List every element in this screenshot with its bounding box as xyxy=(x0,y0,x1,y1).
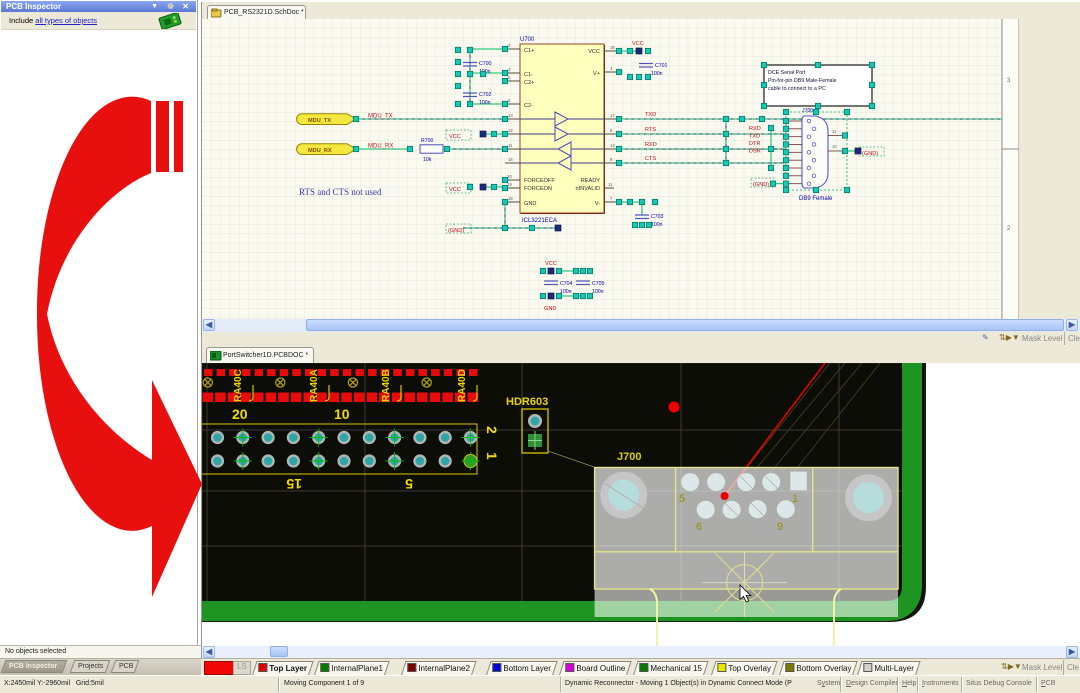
svg-text:MDU_RX: MDU_RX xyxy=(368,144,393,150)
svg-text:J700: J700 xyxy=(802,108,813,114)
svg-text:MDU_TX: MDU_TX xyxy=(308,118,331,124)
svg-text:17: 17 xyxy=(610,113,615,118)
svg-text:V-: V- xyxy=(595,201,600,207)
svg-text:C1+: C1+ xyxy=(524,48,534,54)
svg-text:RXD: RXD xyxy=(749,126,761,132)
svg-text:J700: J700 xyxy=(617,451,641,463)
svg-text:MDU_RX: MDU_RX xyxy=(308,148,332,154)
svg-text:11: 11 xyxy=(608,182,613,187)
svg-text:C2-: C2- xyxy=(524,103,533,109)
svg-text:14: 14 xyxy=(508,157,513,162)
svg-text:HDR603: HDR603 xyxy=(506,396,548,408)
svg-text:VCC: VCC xyxy=(449,187,461,193)
svg-text:16: 16 xyxy=(610,45,615,50)
svg-text:6: 6 xyxy=(696,521,702,533)
svg-text:RA40D: RA40D xyxy=(457,369,468,402)
svg-text:RTS and CTS not used: RTS and CTS not used xyxy=(299,187,382,197)
svg-text:TXD: TXD xyxy=(749,134,760,140)
svg-text:5: 5 xyxy=(405,476,413,492)
svg-text:10: 10 xyxy=(832,144,837,149)
svg-text:R700: R700 xyxy=(421,138,434,144)
svg-text:cable to connect to a PC: cable to connect to a PC xyxy=(768,86,826,92)
svg-text:FORCEON: FORCEON xyxy=(524,186,552,192)
svg-text:14: 14 xyxy=(610,143,615,148)
svg-text:TXD: TXD xyxy=(645,112,656,118)
svg-text:GND: GND xyxy=(544,306,556,312)
svg-text:READY: READY xyxy=(581,178,601,184)
svg-text:C703: C703 xyxy=(651,214,664,220)
svg-text:C704: C704 xyxy=(560,281,573,287)
svg-text:1: 1 xyxy=(484,452,500,460)
svg-text:U700: U700 xyxy=(520,37,535,43)
svg-text:9: 9 xyxy=(777,521,783,533)
svg-text:C1-: C1- xyxy=(524,72,533,78)
svg-text:VCC: VCC xyxy=(632,41,644,47)
svg-text:12: 12 xyxy=(508,128,513,133)
svg-text:nINVALID: nINVALID xyxy=(576,186,600,192)
svg-text:Pin-for-pin DB9 Male-Female: Pin-for-pin DB9 Male-Female xyxy=(768,78,837,84)
svg-text:5: 5 xyxy=(679,493,685,505)
svg-text:RA40B: RA40B xyxy=(381,369,392,402)
svg-text:11: 11 xyxy=(508,143,513,148)
svg-text:100n: 100n xyxy=(479,100,491,106)
svg-text:16: 16 xyxy=(508,196,513,201)
svg-text:DB9 Female: DB9 Female xyxy=(799,196,833,202)
svg-text:VCC: VCC xyxy=(449,134,461,140)
svg-text:RA40A: RA40A xyxy=(309,369,320,402)
svg-text:DCE Serial Port: DCE Serial Port xyxy=(768,70,806,76)
svg-text:ICL3221ECA: ICL3221ECA xyxy=(522,218,557,224)
svg-text:C2+: C2+ xyxy=(524,80,534,86)
svg-text:C701: C701 xyxy=(655,63,668,69)
svg-text:15: 15 xyxy=(286,476,302,492)
svg-text:RTS: RTS xyxy=(645,127,656,133)
svg-text:VCC: VCC xyxy=(588,49,600,55)
svg-text:VCC: VCC xyxy=(545,261,557,267)
svg-text:DSR: DSR xyxy=(749,149,761,155)
svg-text:13: 13 xyxy=(508,113,513,118)
svg-text:DTR: DTR xyxy=(749,141,761,147)
svg-text:100n: 100n xyxy=(592,289,604,295)
svg-text:100n: 100n xyxy=(651,222,663,228)
svg-text:C705: C705 xyxy=(592,281,605,287)
svg-text:10k: 10k xyxy=(423,157,432,163)
svg-text:10: 10 xyxy=(334,406,350,422)
svg-text:C700: C700 xyxy=(479,61,492,67)
svg-text:FORCEOFF: FORCEOFF xyxy=(524,178,555,184)
svg-text:100n: 100n xyxy=(651,71,663,77)
svg-text:11: 11 xyxy=(832,129,837,134)
svg-text:2: 2 xyxy=(484,426,500,434)
svg-text:RXD: RXD xyxy=(645,142,657,148)
svg-text:V+: V+ xyxy=(593,71,600,77)
svg-text:MDU_TX: MDU_TX xyxy=(368,114,393,120)
svg-text:1: 1 xyxy=(792,493,798,505)
svg-text:GND: GND xyxy=(524,201,536,207)
svg-text:CTS: CTS xyxy=(645,156,656,162)
svg-text:C702: C702 xyxy=(479,92,492,98)
